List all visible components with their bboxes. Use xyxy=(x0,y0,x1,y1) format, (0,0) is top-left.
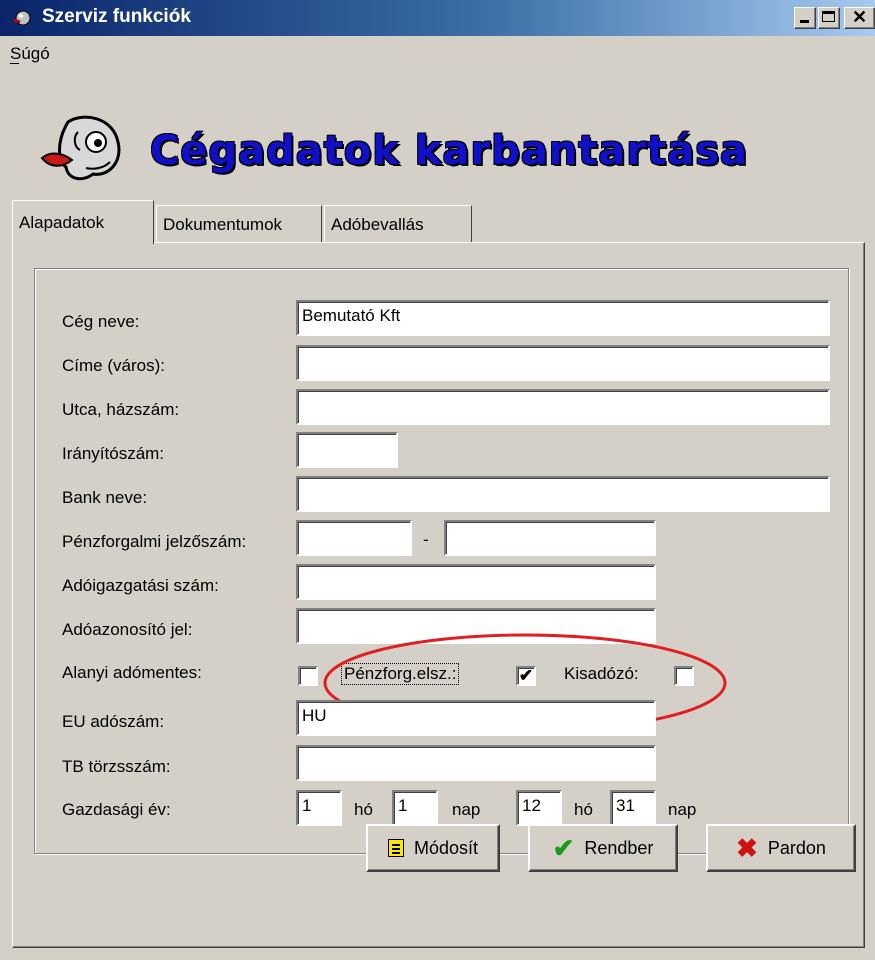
bank-name-field[interactable] xyxy=(296,476,830,512)
end-month-field[interactable]: 12 xyxy=(516,790,562,826)
start-day-unit: nap xyxy=(452,800,481,819)
tb-field[interactable] xyxy=(296,745,656,781)
fiscal-year-label: Gazdasági év: xyxy=(62,800,171,819)
cancel-button-label: Pardon xyxy=(767,837,826,858)
account-field-1[interactable] xyxy=(296,520,412,556)
account-label: Pénzforgalmi jelzőszám: xyxy=(62,532,247,551)
tax-id-label: Adóazonosító jel: xyxy=(62,620,193,639)
end-day-field[interactable]: 31 xyxy=(610,790,656,826)
modify-button-label: Módosít xyxy=(413,837,479,858)
company-name-label: Cég neve: xyxy=(62,312,140,331)
street-label: Utca, házszám: xyxy=(62,400,180,419)
account-field-2[interactable] xyxy=(444,520,656,556)
ok-button[interactable]: ✔ Rendber xyxy=(528,824,678,872)
zip-field[interactable] xyxy=(296,432,398,468)
city-label: Címe (város): xyxy=(62,356,165,375)
ok-button-label: Rendber xyxy=(584,837,654,858)
company-name-field[interactable]: Bemutató Kft xyxy=(296,300,830,336)
modify-button[interactable]: Módosít xyxy=(366,824,500,872)
eu-vat-field[interactable]: HU xyxy=(296,700,656,736)
vat-exempt-checkbox[interactable] xyxy=(298,666,318,686)
document-icon xyxy=(387,839,404,857)
tax-office-label: Adóigazgatási szám: xyxy=(62,576,219,595)
tax-office-field[interactable] xyxy=(296,564,656,600)
checkmark-icon: ✔ xyxy=(552,833,575,863)
eu-vat-label: EU adószám: xyxy=(62,712,165,731)
cancel-button[interactable]: ✖ Pardon xyxy=(706,824,856,872)
tb-label: TB törzsszám: xyxy=(62,757,171,776)
zip-label: Irányítószám: xyxy=(62,444,165,463)
start-month-unit: hó xyxy=(354,800,373,819)
end-month-unit: hó xyxy=(574,800,593,819)
city-field[interactable] xyxy=(296,345,830,381)
street-field[interactable] xyxy=(296,389,830,425)
x-icon: ✖ xyxy=(736,833,758,863)
end-day-unit: nap xyxy=(668,800,697,819)
start-day-field[interactable]: 1 xyxy=(392,790,438,826)
start-month-field[interactable]: 1 xyxy=(296,790,342,826)
vat-exempt-label: Alanyi adómentes: xyxy=(62,663,202,682)
bank-name-label: Bank neve: xyxy=(62,488,148,507)
account-separator: - xyxy=(423,530,429,549)
